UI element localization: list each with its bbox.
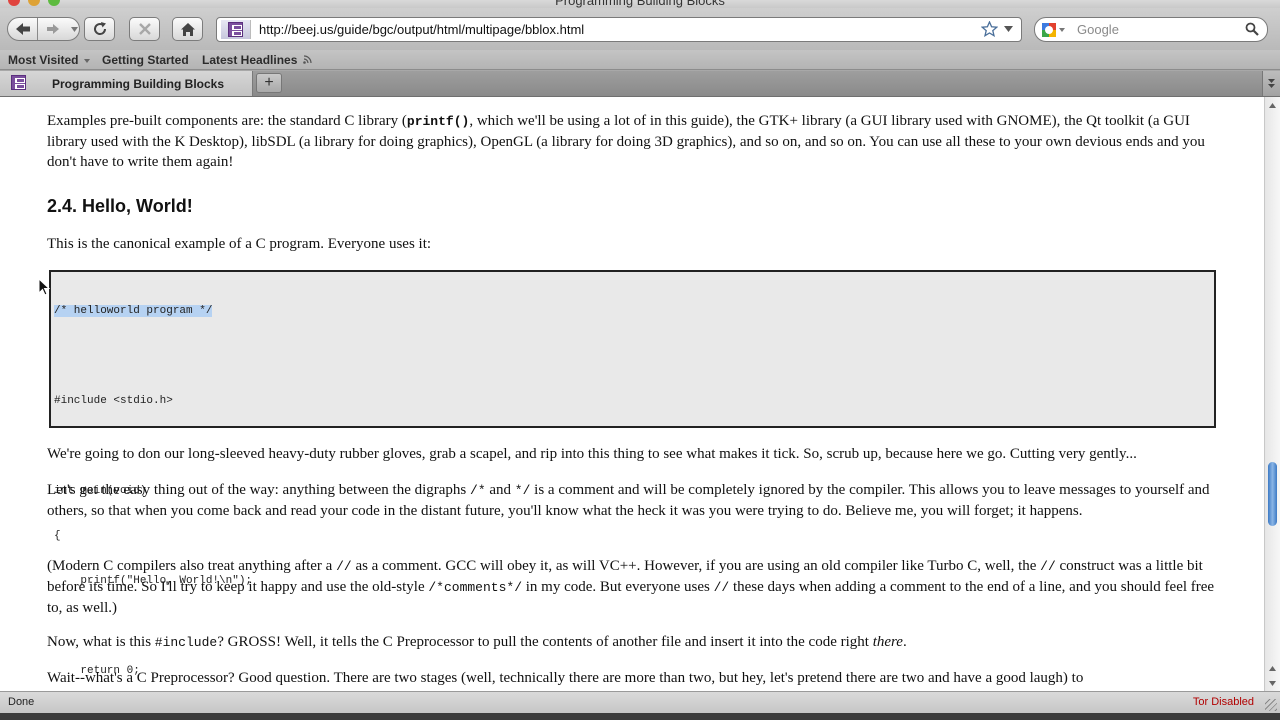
text-run: ? GROSS! Well, it tells the C Preprocess… — [217, 634, 873, 650]
all-tabs-button[interactable] — [1262, 71, 1280, 96]
rss-feed-icon — [302, 55, 312, 64]
text-run: as a comment. GCC will obey it, as will … — [351, 558, 1041, 574]
paragraph-preprocessor: Wait--what's a C Preprocessor? Good ques… — [47, 670, 1084, 686]
status-bar: Done Tor Disabled — [0, 691, 1280, 713]
paragraph-comments: Let's get the easy thing out of the way:… — [47, 480, 1217, 521]
vertical-scrollbar[interactable] — [1264, 97, 1280, 691]
chevron-up-icon — [1269, 666, 1276, 671]
search-go-button[interactable] — [1243, 20, 1261, 38]
inline-code: // — [336, 559, 352, 574]
back-forward-group — [7, 17, 80, 41]
forward-button[interactable] — [40, 18, 66, 40]
text-run: and — [485, 482, 515, 498]
mouse-cursor-icon — [38, 278, 50, 296]
back-arrow-icon — [15, 23, 30, 35]
content-viewport: Examples pre-built components are: the s… — [0, 97, 1280, 691]
inline-code: #include — [154, 635, 218, 650]
resize-grip-icon[interactable] — [1265, 699, 1277, 711]
search-engine-button[interactable] — [1041, 21, 1069, 39]
inline-code: /*comments*/ — [428, 580, 522, 595]
home-button[interactable] — [172, 17, 203, 41]
url-field[interactable]: http://beej.us/guide/bgc/output/html/mul… — [259, 22, 584, 37]
site-identity-button[interactable] — [221, 20, 251, 39]
reload-button[interactable] — [84, 17, 115, 41]
scroll-up-button[interactable] — [1265, 97, 1280, 113]
inline-code: printf() — [406, 114, 470, 129]
chevron-down-icon — [70, 26, 78, 32]
paragraph-prebuilt-components: Examples pre-built components are: the s… — [47, 111, 1217, 172]
home-icon — [180, 22, 195, 36]
bookmarks-toolbar: Most Visited Getting Started Latest Head… — [0, 50, 1280, 70]
bookmark-most-visited[interactable]: Most Visited — [8, 53, 90, 67]
section-heading: 2.4. Hello, World! — [47, 196, 193, 216]
paragraph-modern-compilers: (Modern C compilers also treat anything … — [47, 556, 1217, 618]
window-title: Programming Building Blocks — [555, 0, 725, 8]
stop-icon — [138, 23, 151, 35]
address-bar[interactable]: http://beej.us/guide/bgc/output/html/mul… — [216, 17, 1022, 42]
chevron-down-icon — [1269, 681, 1276, 686]
emphasis-text: there — [872, 634, 903, 650]
scroll-down-buttons[interactable] — [1265, 661, 1280, 691]
scrollbar-thumb[interactable] — [1268, 462, 1277, 526]
paragraph-gloves: We're going to don our long-sleeved heav… — [47, 446, 1137, 462]
bookmark-latest-headlines[interactable]: Latest Headlines — [202, 53, 312, 67]
text-run: in my code. But everyone uses — [522, 579, 714, 595]
magnifier-icon — [1245, 22, 1259, 36]
google-engine-icon — [1042, 23, 1056, 37]
bookmark-star-button[interactable] — [979, 19, 999, 39]
text-run: . — [902, 634, 907, 650]
tab-strip: Programming Building Blocks + — [0, 71, 1280, 97]
inline-code: */ — [514, 483, 531, 498]
back-button[interactable] — [8, 18, 38, 40]
window-titlebar: Programming Building Blocks — [0, 0, 1280, 8]
bookmark-label: Latest Headlines — [202, 53, 298, 67]
bookmark-label: Most Visited — [8, 53, 79, 67]
search-bar[interactable]: Google — [1034, 17, 1268, 42]
paragraph-canonical: This is the canonical example of a C pro… — [47, 236, 432, 252]
chevron-up-icon — [1269, 102, 1276, 108]
chevron-down-icon — [1059, 28, 1065, 32]
page-body: Examples pre-built components are: the s… — [0, 97, 1264, 691]
history-dropdown-button[interactable] — [68, 18, 80, 40]
paragraph-include: Now, what is this #include? GROSS! Well,… — [47, 632, 1217, 653]
text-run: Examples pre-built components are: the s… — [47, 113, 407, 129]
selected-code-text: /* helloworld program */ — [54, 305, 213, 317]
inline-code: // — [713, 580, 730, 595]
chevron-down-icon — [83, 58, 90, 63]
forward-arrow-icon — [47, 24, 59, 34]
site-favicon-icon — [228, 22, 243, 37]
reload-icon — [93, 22, 106, 35]
text-run: Let's get the easy thing out of the way:… — [47, 482, 471, 498]
code-block: /* helloworld program */ #include <stdio… — [49, 270, 1216, 677]
tab-label: Programming Building Blocks — [52, 77, 225, 91]
tab-programming-building-blocks[interactable]: Programming Building Blocks — [0, 71, 253, 96]
inline-code: // — [1040, 559, 1056, 574]
code-line: #include <stdio.h> — [54, 395, 173, 407]
text-run: (Modern C compilers also treat anything … — [47, 558, 337, 574]
search-input[interactable]: Google — [1077, 22, 1119, 37]
new-tab-button[interactable]: + — [256, 73, 282, 93]
status-text: Done — [8, 696, 35, 708]
chevron-down-icon — [1268, 78, 1275, 88]
tor-status-button[interactable]: Tor Disabled — [1193, 696, 1254, 708]
navigation-toolbar: http://beej.us/guide/bgc/output/html/mul… — [0, 8, 1280, 50]
tab-favicon-icon — [11, 75, 26, 90]
dock-strip — [0, 713, 1280, 720]
chevron-down-icon — [1003, 26, 1013, 32]
url-history-dropdown[interactable] — [1001, 19, 1015, 39]
bookmark-getting-started[interactable]: Getting Started — [102, 53, 189, 67]
stop-button[interactable] — [129, 17, 160, 41]
code-line: /* helloworld program */ — [54, 304, 252, 319]
code-line: { — [54, 530, 61, 542]
bookmark-star-icon — [980, 21, 998, 37]
inline-code: /* — [470, 483, 486, 498]
text-run: Now, what is this — [47, 634, 155, 650]
